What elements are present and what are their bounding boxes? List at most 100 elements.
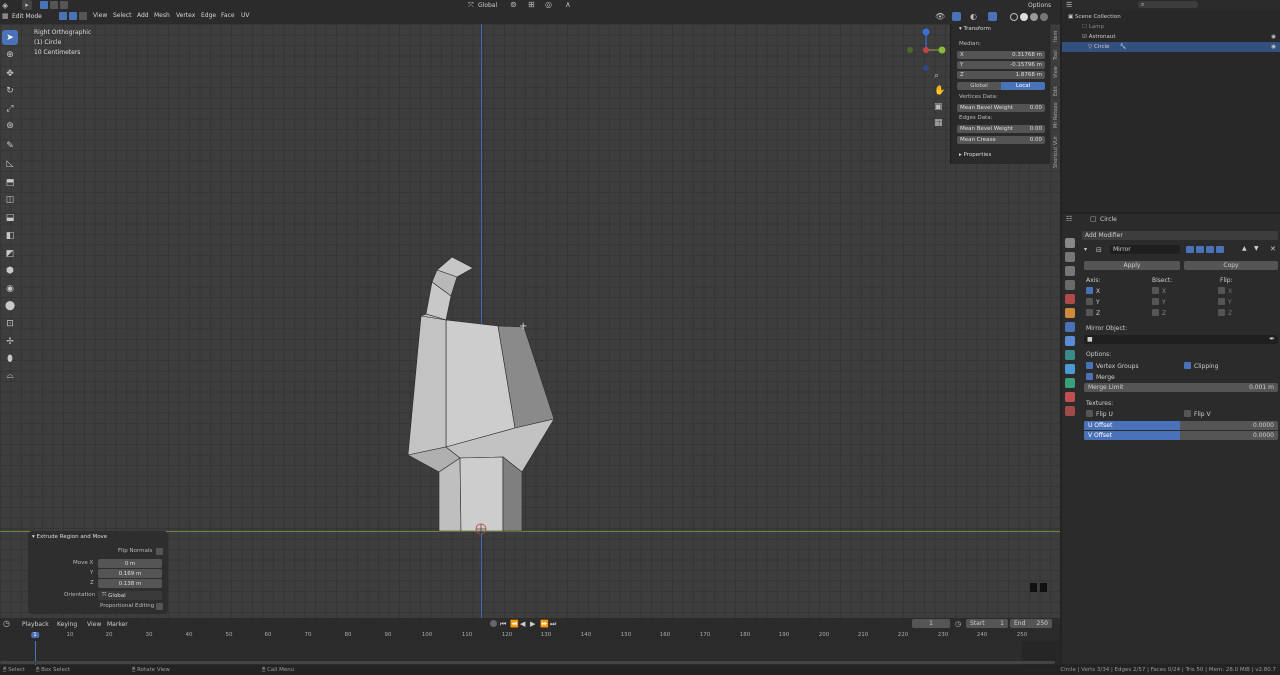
tab-tool[interactable]: Tool (1053, 44, 1060, 60)
mode-dropdown[interactable]: Edit Mode (12, 13, 42, 20)
flip-normals-checkbox[interactable] (156, 548, 163, 555)
pivot-icon[interactable]: ⊚ (510, 0, 517, 9)
move-up-icon[interactable]: ▲ (1242, 245, 1247, 252)
zoom-icon[interactable]: ⌕ (934, 71, 939, 81)
vertex-groups-checkbox[interactable] (1086, 362, 1093, 369)
menu-mesh[interactable]: Mesh (154, 12, 170, 19)
editor-type-icon[interactable]: ◈ (2, 1, 8, 10)
proportional-editing-checkbox[interactable] (156, 603, 163, 610)
face-mode-button[interactable] (79, 12, 87, 20)
select-tool-icon[interactable]: ➤ (2, 30, 18, 45)
inset-tool-icon[interactable]: ◫ (2, 192, 18, 207)
edge-select-icon[interactable] (50, 1, 58, 9)
orientation-select[interactable]: ⤧ Global (98, 591, 162, 600)
menu-keying[interactable]: Keying (57, 621, 77, 628)
tab-render[interactable] (1065, 252, 1075, 262)
bisect-z-checkbox[interactable] (1152, 309, 1159, 316)
vertex-select-icon[interactable] (40, 1, 48, 9)
remove-modifier-icon[interactable]: ✕ (1270, 245, 1276, 253)
edge-mode-button[interactable] (69, 12, 77, 20)
extrude-tool-icon[interactable]: ⬒ (2, 175, 18, 190)
eyedropper-icon[interactable]: ✒ (1269, 335, 1275, 343)
tab-object[interactable] (1065, 308, 1075, 318)
menu-add[interactable]: Add (137, 12, 149, 19)
falloff-icon[interactable]: ∧ (565, 0, 571, 9)
menu-edge[interactable]: Edge (201, 12, 216, 19)
rendered-shading-button[interactable] (1040, 13, 1048, 21)
shear-tool-icon[interactable]: ⬮ (2, 351, 18, 366)
move-x-field[interactable]: 0 m (98, 559, 162, 568)
material-shading-button[interactable] (1030, 13, 1038, 21)
vertex-bevel-weight-field[interactable]: Mean Bevel Weight 0.00 (957, 104, 1045, 112)
outliner-search-input[interactable]: ⌕ (1138, 1, 1198, 8)
local-toggle[interactable]: Local (1001, 82, 1045, 90)
flip-x-checkbox[interactable] (1218, 287, 1225, 294)
menu-playback[interactable]: Playback (22, 621, 49, 628)
menu-marker[interactable]: Marker (107, 621, 128, 628)
collapse-handle-right[interactable] (1040, 583, 1047, 592)
end-frame-field[interactable]: End 250 (1010, 619, 1052, 628)
smooth-tool-icon[interactable]: ⬤ (2, 298, 18, 313)
outliner-scene-collection[interactable]: ▣ Scene Collection (1062, 12, 1280, 22)
rip-tool-icon[interactable]: ⌓ (2, 368, 18, 383)
camera-icon[interactable]: ▣ (934, 102, 943, 112)
outliner-item-lamp[interactable]: ☐ Lamp (1062, 22, 1280, 32)
axis-z-checkbox[interactable] (1086, 309, 1093, 316)
timeline-scrollbar[interactable] (0, 661, 1055, 664)
xray-toggle-button[interactable] (988, 12, 997, 21)
outliner-editor-icon[interactable]: ☰ (1066, 1, 1072, 9)
mesh-object[interactable] (0, 24, 1060, 618)
play-reverse-icon[interactable]: ◀ (520, 620, 525, 628)
render-toggle-button[interactable] (1216, 246, 1224, 253)
tab-constraints[interactable] (1065, 364, 1075, 374)
visibility-icon[interactable]: 👁 (935, 12, 945, 21)
menu-vertex[interactable]: Vertex (176, 12, 195, 19)
orientation-dropdown[interactable]: Global (478, 2, 497, 9)
gizmo-toggle-button[interactable] (952, 12, 961, 21)
tab-data[interactable] (1065, 378, 1075, 388)
clock-icon[interactable]: ◷ (955, 620, 961, 628)
copy-button[interactable]: Copy (1184, 261, 1278, 270)
eye-icon[interactable]: ◉ (1271, 44, 1280, 50)
menu-view[interactable]: View (93, 12, 107, 19)
tab-mr-retopo[interactable]: Mr Retopo (1053, 98, 1060, 128)
mean-crease-field[interactable]: Mean Crease 0.00 (957, 136, 1045, 144)
menu-face[interactable]: Face (221, 12, 235, 19)
wireframe-shading-button[interactable] (1010, 13, 1018, 21)
outliner-item-circle[interactable]: ▽ Circle 🔧 ◉ (1062, 42, 1280, 52)
axis-y-checkbox[interactable] (1086, 298, 1093, 305)
mirror-object-field[interactable]: ■ ✒ (1084, 335, 1278, 344)
spin-tool-icon[interactable]: ◉ (2, 281, 18, 296)
properties-editor-icon[interactable]: ☷ (1066, 215, 1072, 223)
knife-tool-icon[interactable]: ◩ (2, 246, 18, 261)
transform-header[interactable]: ▾ Transform (959, 26, 991, 32)
bevel-tool-icon[interactable]: ⬓ (2, 210, 18, 225)
prev-keyframe-icon[interactable]: ⏪ (510, 620, 519, 628)
flip-z-checkbox[interactable] (1218, 309, 1225, 316)
timeline-editor-icon[interactable]: ◷ (3, 619, 10, 628)
cage-toggle-button[interactable] (1196, 246, 1204, 253)
timeline-area[interactable]: 1 10 20 30 40 50 60 70 80 90 100 110 120… (0, 630, 1060, 665)
current-frame-field[interactable]: 1 (912, 619, 950, 628)
tab-particles[interactable] (1065, 336, 1075, 346)
move-down-icon[interactable]: ▼ (1254, 245, 1259, 252)
operator-title[interactable]: ▾ Extrude Region and Move (32, 534, 107, 540)
select-mode-icon[interactable]: ▸ (22, 0, 32, 10)
merge-limit-field[interactable]: Merge Limit 0.001 m (1084, 383, 1278, 392)
tab-tool-settings[interactable] (1065, 238, 1075, 248)
outliner-item-astronaut[interactable]: ☑ Astronaut ◉ (1062, 32, 1280, 42)
editmode-toggle-button[interactable] (1186, 246, 1194, 253)
proportional-edit-icon[interactable]: ◎ (545, 0, 552, 9)
3d-viewport[interactable]: Right Orthographic (1) Circle 10 Centime… (0, 24, 1060, 618)
clipping-checkbox[interactable] (1184, 362, 1191, 369)
flip-y-checkbox[interactable] (1218, 298, 1225, 305)
poly-build-tool-icon[interactable]: ⬢ (2, 263, 18, 278)
add-modifier-dropdown[interactable]: Add Modifier (1082, 231, 1278, 240)
viewport-toggle-button[interactable] (1206, 246, 1214, 253)
move-z-field[interactable]: 0.138 m (98, 579, 162, 588)
bisect-y-checkbox[interactable] (1152, 298, 1159, 305)
v-offset-field[interactable]: V Offset 0.0000 (1084, 431, 1278, 440)
vertex-mode-button[interactable] (59, 12, 67, 20)
jump-end-icon[interactable]: ⏭ (550, 620, 556, 629)
menu-uv[interactable]: UV (241, 12, 250, 19)
